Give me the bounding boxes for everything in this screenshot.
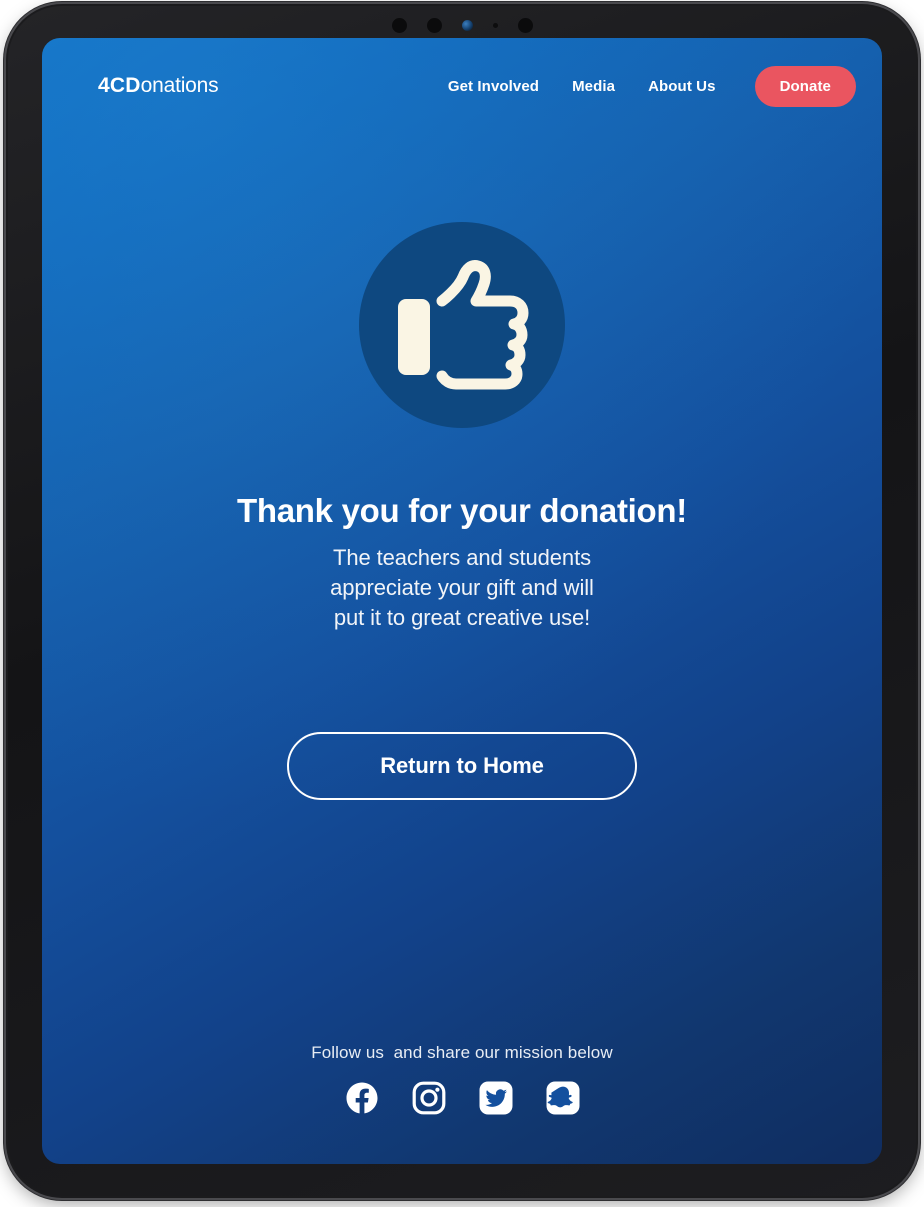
brand-logo-rest: onations bbox=[140, 74, 219, 97]
brand-logo[interactable]: 4CDonations bbox=[98, 74, 219, 98]
site-header: 4CDonations Get Involved Media About Us … bbox=[42, 38, 882, 134]
device-sensor-cluster bbox=[372, 14, 552, 36]
thank-you-message: The teachers and students appreciate you… bbox=[330, 543, 594, 633]
brand-logo-mark: 4CD bbox=[98, 74, 141, 97]
donate-button[interactable]: Donate bbox=[754, 65, 856, 107]
snapchat-glyph bbox=[546, 1081, 579, 1115]
follow-us-text: Follow us and share our mission below bbox=[311, 1043, 613, 1062]
thumbs-up-icon bbox=[398, 260, 529, 390]
return-to-home-button[interactable]: Return to Home bbox=[287, 732, 637, 801]
social-links bbox=[343, 1079, 582, 1117]
device-stage: 4CDonations Get Involved Media About Us … bbox=[0, 0, 924, 1207]
main-content: Thank you for your donation! The teacher… bbox=[42, 134, 882, 1043]
sensor-dot-icon bbox=[426, 17, 442, 33]
message-line-3: put it to great creative use! bbox=[333, 605, 591, 631]
nav-link-about-us[interactable]: About Us bbox=[648, 78, 715, 95]
twitter-icon[interactable] bbox=[477, 1079, 515, 1117]
main-navigation: Get Involved Media About Us Donate bbox=[448, 65, 856, 107]
sensor-dot-icon bbox=[391, 17, 407, 33]
twitter-glyph bbox=[479, 1081, 512, 1115]
message-line-1: The teachers and students bbox=[332, 545, 591, 571]
sensor-tiny-icon bbox=[492, 22, 498, 28]
nav-link-get-involved[interactable]: Get Involved bbox=[448, 78, 539, 95]
nav-link-media[interactable]: Media bbox=[572, 78, 615, 95]
tablet-screen: 4CDonations Get Involved Media About Us … bbox=[42, 38, 882, 1164]
facebook-icon[interactable] bbox=[343, 1079, 381, 1117]
site-footer: Follow us and share our mission below bbox=[42, 1043, 882, 1164]
page-title: Thank you for your donation! bbox=[237, 492, 687, 529]
thumbs-up-badge bbox=[359, 222, 565, 428]
sensor-dot-icon bbox=[517, 17, 533, 33]
instagram-glyph bbox=[412, 1081, 445, 1115]
tablet-device-frame: 4CDonations Get Involved Media About Us … bbox=[6, 4, 918, 1198]
message-line-2: appreciate your gift and will bbox=[330, 575, 594, 601]
camera-lens-icon bbox=[461, 19, 473, 31]
instagram-icon[interactable] bbox=[410, 1079, 448, 1117]
facebook-glyph bbox=[346, 1082, 377, 1114]
snapchat-icon[interactable] bbox=[544, 1079, 582, 1117]
